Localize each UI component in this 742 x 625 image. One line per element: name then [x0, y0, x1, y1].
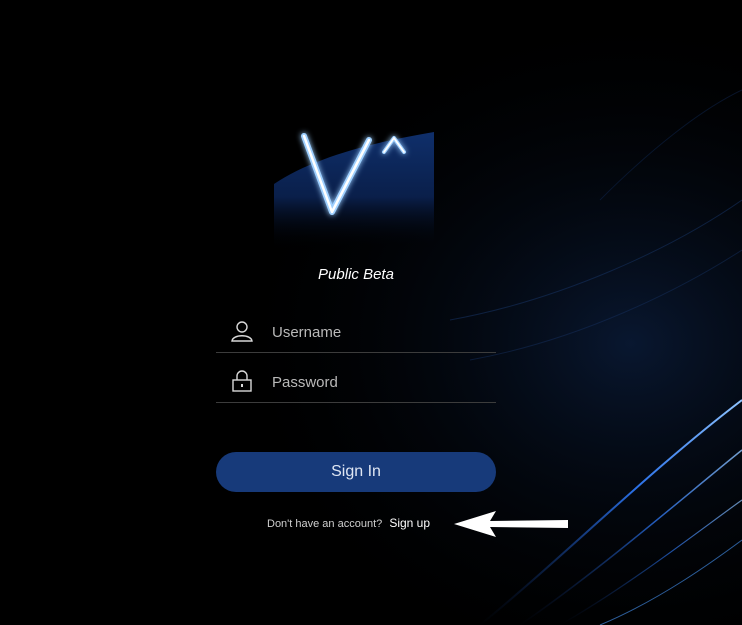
username-input[interactable]: [272, 320, 488, 344]
password-field: [216, 362, 496, 403]
sign-in-button[interactable]: Sign In: [216, 452, 496, 492]
arrow-left-icon: [454, 511, 568, 537]
login-screen: Public Beta Sign In Don't have an accoun…: [0, 0, 742, 625]
sign-up-link[interactable]: Sign up: [389, 516, 430, 530]
no-account-text: Don't have an account?: [267, 518, 383, 530]
username-field: [216, 312, 496, 353]
user-icon: [231, 321, 253, 342]
password-input[interactable]: [272, 370, 488, 394]
signup-prompt: Don't have an account? Sign up: [267, 516, 430, 530]
public-beta-label: Public Beta: [318, 266, 394, 283]
lock-icon: [232, 370, 252, 392]
v-caret-logo: [274, 132, 434, 250]
